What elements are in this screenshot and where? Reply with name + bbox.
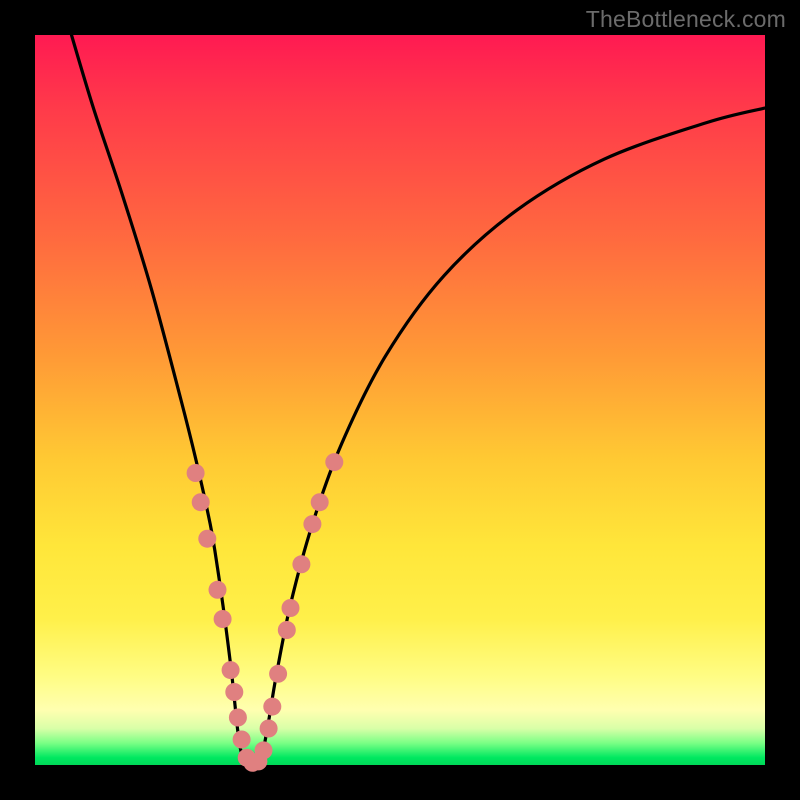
- highlight-dot: [187, 464, 205, 482]
- highlight-dots: [187, 453, 344, 772]
- bottleneck-curve: [72, 35, 766, 767]
- highlight-dot: [269, 665, 287, 683]
- watermark-text: TheBottleneck.com: [586, 6, 786, 33]
- highlight-dot: [229, 709, 247, 727]
- highlight-dot: [292, 555, 310, 573]
- highlight-dot: [225, 683, 243, 701]
- highlight-dot: [192, 493, 210, 511]
- highlight-dot: [255, 741, 273, 759]
- highlight-dot: [282, 599, 300, 617]
- highlight-dot: [214, 610, 232, 628]
- highlight-dot: [303, 515, 321, 533]
- highlight-dot: [325, 453, 343, 471]
- highlight-dot: [260, 720, 278, 738]
- chart-svg: [35, 35, 765, 765]
- highlight-dot: [222, 661, 240, 679]
- highlight-dot: [311, 493, 329, 511]
- highlight-dot: [263, 698, 281, 716]
- highlight-dot: [233, 731, 251, 749]
- highlight-dot: [198, 530, 216, 548]
- chart-plot-area: [35, 35, 765, 765]
- highlight-dot: [278, 621, 296, 639]
- chart-frame: TheBottleneck.com: [0, 0, 800, 800]
- highlight-dot: [209, 581, 227, 599]
